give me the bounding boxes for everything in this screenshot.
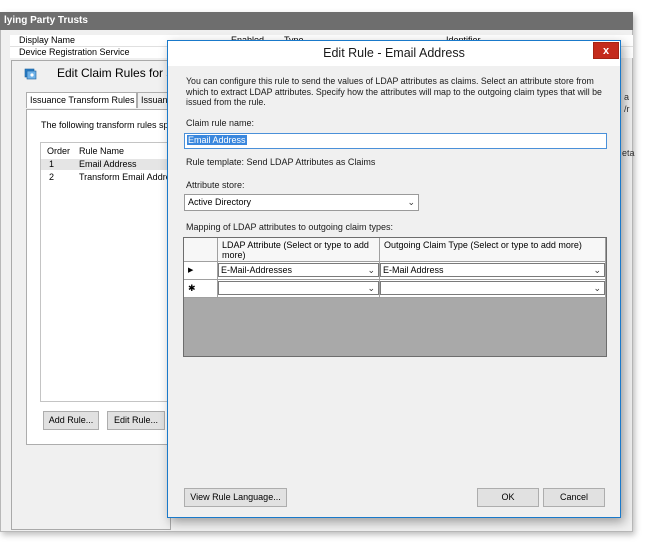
chevron-down-icon: ⌄: [593, 265, 601, 275]
claim-rules-tabs: Issuance Transform Rules Issuan: [26, 92, 171, 110]
edge-text: a: [624, 92, 630, 102]
edit-claim-rules-title: Edit Claim Rules for s: [57, 66, 173, 80]
outgoing-claim-type-combo-new[interactable]: ⌄: [380, 281, 605, 295]
column-rule-name[interactable]: Rule Name: [79, 146, 124, 156]
ldap-attribute-value: E-Mail-Addresses: [221, 265, 293, 275]
transform-rules-description: The following transform rules spec: [41, 120, 169, 130]
claim-rules-list[interactable]: Order Rule Name 1 Email Address 2 Transf…: [40, 142, 171, 402]
rule-template-label: Rule template: Send LDAP Attributes as C…: [186, 157, 376, 167]
claim-rules-icon: [24, 67, 37, 80]
attribute-store-select[interactable]: Active Directory ⌄: [184, 194, 419, 211]
claim-rule-name-value: Email Address: [187, 135, 247, 145]
chevron-down-icon: ⌄: [367, 283, 375, 293]
grid-header-ldap[interactable]: LDAP Attribute (Select or type to add mo…: [218, 238, 380, 262]
relying-party-trusts-title: lying Party Trusts: [0, 12, 633, 30]
tab-issuance-transform-rules[interactable]: Issuance Transform Rules: [26, 92, 137, 108]
grid-cell-ldap: E-Mail-Addresses ⌄: [218, 262, 380, 280]
cancel-button[interactable]: Cancel: [543, 488, 605, 507]
grid-corner-header: [184, 238, 218, 262]
edit-rule-description: You can configure this rule to send the …: [186, 76, 602, 107]
table-row[interactable]: 1 Email Address: [41, 159, 170, 170]
trust-display-name: Device Registration Service: [19, 47, 130, 57]
tab-issuance-authorization[interactable]: Issuan: [137, 92, 171, 108]
edit-rule-button[interactable]: Edit Rule...: [107, 411, 165, 430]
chevron-down-icon: ⌄: [367, 265, 375, 275]
grid-header-claim[interactable]: Outgoing Claim Type (Select or type to a…: [380, 238, 606, 262]
rule-name: Transform Email Addres: [79, 172, 171, 182]
outgoing-claim-type-combo[interactable]: E-Mail Address ⌄: [380, 263, 605, 277]
new-row-icon: ✱: [184, 280, 218, 298]
rule-order: 2: [49, 172, 55, 182]
edit-rule-title: Edit Rule - Email Address: [168, 41, 620, 66]
view-rule-language-button[interactable]: View Rule Language...: [184, 488, 287, 507]
grid-cell-claim: E-Mail Address ⌄: [380, 262, 606, 280]
ok-button[interactable]: OK: [477, 488, 539, 507]
add-rule-button[interactable]: Add Rule...: [43, 411, 99, 430]
mapping-label: Mapping of LDAP attributes to outgoing c…: [186, 222, 393, 232]
attribute-store-label: Attribute store:: [186, 180, 245, 190]
attribute-store-value: Active Directory: [188, 197, 252, 207]
edge-text: /r: [624, 104, 630, 114]
rule-order: 1: [49, 159, 55, 169]
edge-text: eta: [622, 148, 635, 158]
close-icon[interactable]: x: [593, 42, 619, 59]
claim-rule-name-label: Claim rule name:: [186, 118, 255, 128]
ldap-attribute-combo-new[interactable]: ⌄: [218, 281, 379, 295]
column-order[interactable]: Order: [47, 146, 70, 156]
ldap-mapping-grid: LDAP Attribute (Select or type to add mo…: [183, 237, 607, 357]
table-row[interactable]: 2 Transform Email Addres: [41, 172, 171, 183]
grid-cell-claim: ⌄: [380, 280, 606, 298]
ldap-attribute-combo[interactable]: E-Mail-Addresses ⌄: [218, 263, 379, 277]
chevron-down-icon: ⌄: [593, 283, 601, 293]
chevron-down-icon: ⌄: [407, 197, 415, 207]
rule-name: Email Address: [79, 159, 137, 169]
grid-cell-ldap: ⌄: [218, 280, 380, 298]
column-display-name[interactable]: Display Name: [19, 35, 75, 45]
row-indicator-icon: ▶: [184, 262, 218, 280]
list-header: Order Rule Name: [41, 146, 170, 157]
outgoing-claim-type-value: E-Mail Address: [383, 265, 444, 275]
claim-rule-name-input[interactable]: Email Address: [184, 133, 607, 149]
